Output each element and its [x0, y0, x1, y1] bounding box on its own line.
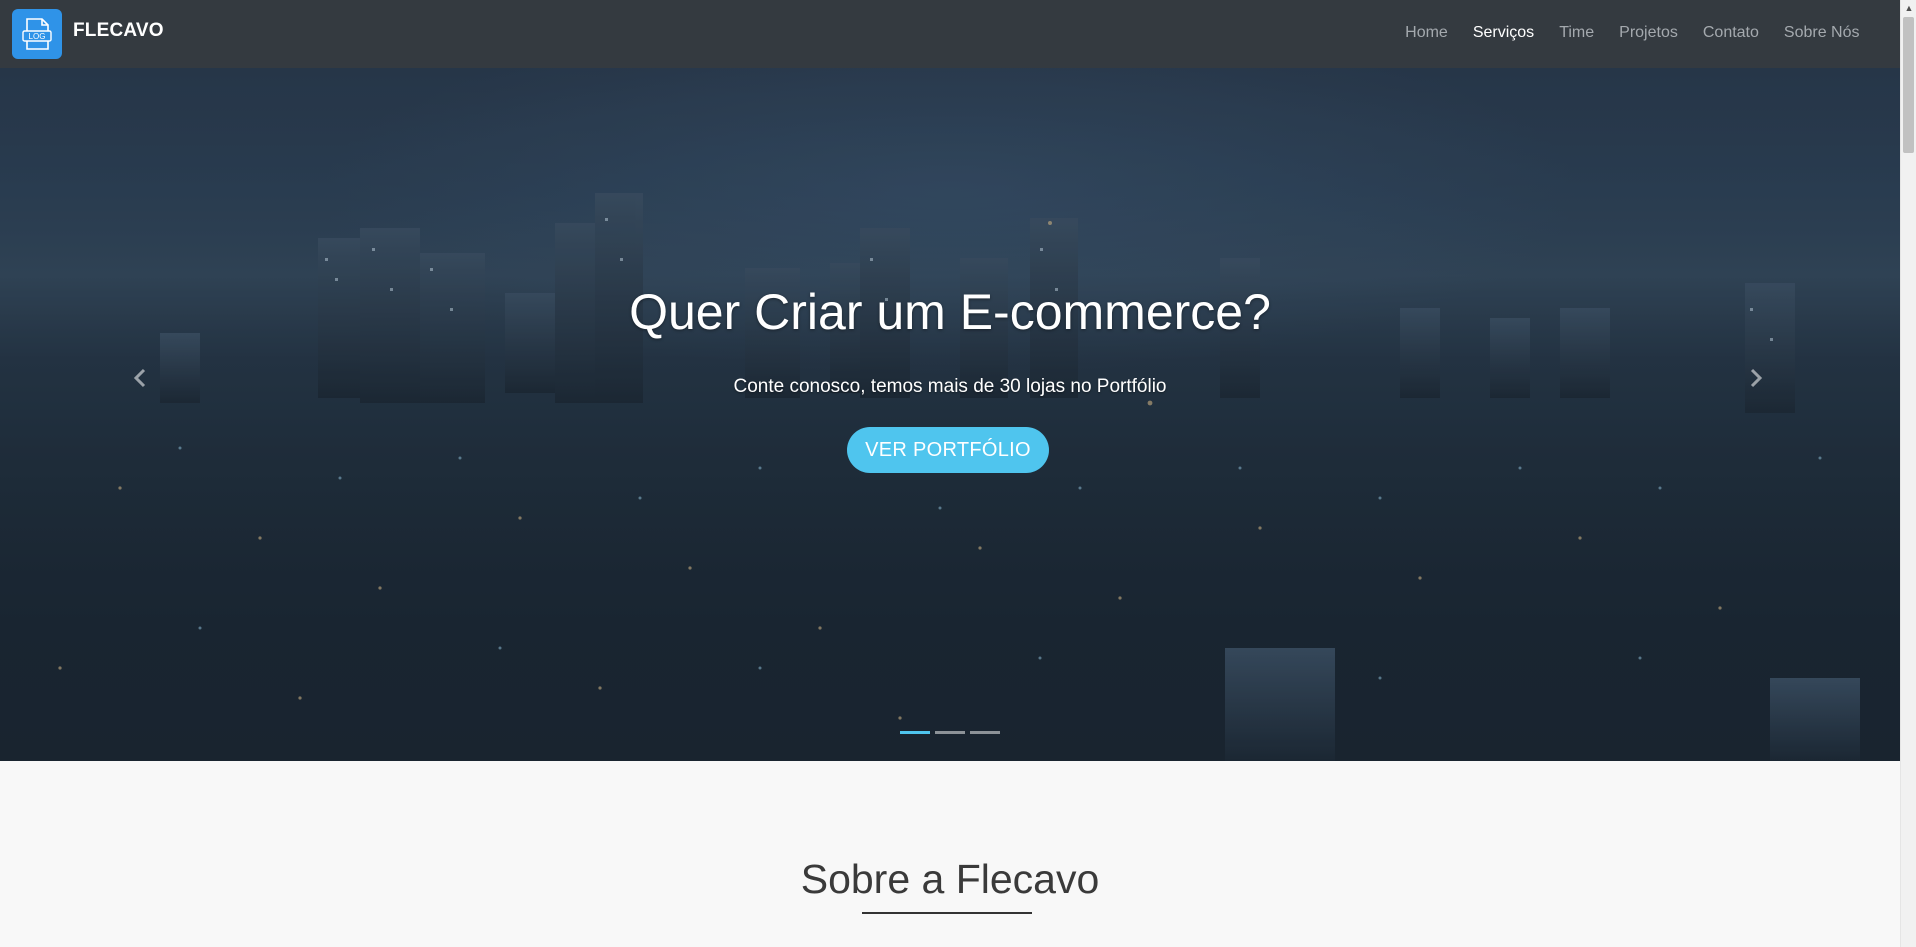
carousel-indicator-2[interactable] — [935, 731, 965, 734]
about-title: Sobre a Flecavo — [800, 856, 1100, 902]
hero-overlay — [0, 68, 1900, 761]
nav-link-sobre-nos[interactable]: Sobre Nós — [1771, 24, 1872, 42]
nav-link-home[interactable]: Home — [1393, 24, 1461, 42]
brand-name: FLECAVO — [73, 20, 164, 41]
carousel-indicator-3[interactable] — [970, 731, 1000, 734]
navbar: LOG FLECAVO Home Serviços Time Projetos … — [0, 0, 1900, 68]
title-underline — [862, 912, 1032, 914]
brand-link[interactable]: LOG FLECAVO — [12, 9, 164, 59]
hero-carousel: Quer Criar um E-commerce? Conte conosco,… — [0, 68, 1900, 761]
logo-text: LOG — [29, 32, 46, 41]
carousel-indicators — [0, 731, 1900, 734]
nav-link-time[interactable]: Time — [1547, 24, 1607, 42]
scroll-up-arrow-icon[interactable]: ▲ — [1901, 0, 1916, 16]
about-section: Sobre a Flecavo — [0, 761, 1900, 947]
scrollbar-thumb[interactable] — [1903, 17, 1914, 153]
hero-title: Quer Criar um E-commerce? — [629, 284, 1271, 340]
nav-link-servicos[interactable]: Serviços — [1460, 24, 1546, 42]
page-scrollbar[interactable]: ▲ — [1900, 0, 1916, 947]
nav-link-contato[interactable]: Contato — [1690, 24, 1771, 42]
page: LOG FLECAVO Home Serviços Time Projetos … — [0, 0, 1916, 947]
nav-link-projetos[interactable]: Projetos — [1607, 24, 1691, 42]
ver-portfolio-button[interactable]: VER PORTFÓLIO — [847, 427, 1049, 473]
carousel-indicator-1[interactable] — [900, 731, 930, 734]
hero-subtitle: Conte conosco, temos mais de 30 lojas no… — [733, 376, 1167, 397]
logo-icon: LOG — [12, 9, 62, 59]
nav-links: Home Serviços Time Projetos Contato Sobr… — [1393, 24, 1872, 42]
